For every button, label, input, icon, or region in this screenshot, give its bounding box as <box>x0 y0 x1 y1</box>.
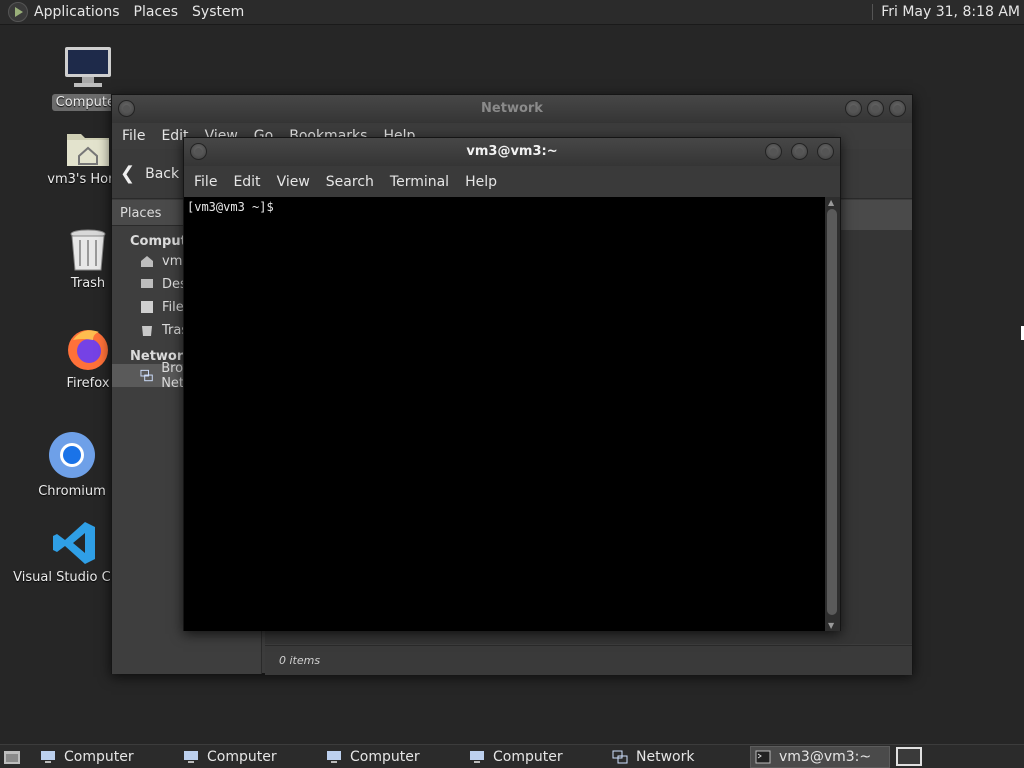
menu-terminal[interactable]: Terminal <box>390 174 449 190</box>
top-panel: Applications Places System Fri May 31, 8… <box>0 0 1024 25</box>
shell-prompt: [vm3@vm3 ~]$ <box>187 200 274 214</box>
minimize-button[interactable] <box>765 143 782 160</box>
back-button[interactable]: ❮ Back <box>120 163 179 184</box>
taskbar-button-label: Computer <box>493 749 563 765</box>
taskbar-button-computer-4[interactable]: Computer <box>465 746 601 768</box>
desktop-icon-vscode[interactable]: Visual Studio Code <box>13 520 135 585</box>
taskbar-button-terminal[interactable]: vm3@vm3:~ <box>750 746 890 768</box>
terminal-scrollbar[interactable]: ▲ ▼ <box>825 197 840 631</box>
menu-help[interactable]: Help <box>465 174 497 190</box>
taskbar-button-computer-3[interactable]: Computer <box>322 746 458 768</box>
trash-icon <box>70 229 106 271</box>
close-button[interactable] <box>889 100 906 117</box>
network-titlebar[interactable]: Network <box>112 95 912 123</box>
chromium-icon <box>49 432 95 478</box>
scroll-down-icon[interactable]: ▼ <box>828 621 834 630</box>
taskbar-button-computer-2[interactable]: Computer <box>179 746 315 768</box>
terminal-output[interactable]: [vm3@vm3 ~]$ <box>184 197 827 631</box>
menu-places[interactable]: Places <box>134 4 179 20</box>
terminal-window: vm3@vm3:~ File Edit View Search Terminal… <box>183 137 841 631</box>
computer-icon <box>184 751 198 763</box>
computer-icon <box>470 751 484 763</box>
main-menu-logo-icon[interactable] <box>8 2 28 22</box>
taskbar-button-label: Computer <box>64 749 134 765</box>
back-label: Back <box>145 165 180 182</box>
terminal-menubar: File Edit View Search Terminal Help <box>184 166 840 197</box>
show-desktop-icon[interactable] <box>3 748 21 765</box>
minimize-button[interactable] <box>845 100 862 117</box>
firefox-icon <box>68 330 108 370</box>
menu-edit[interactable]: Edit <box>233 174 260 190</box>
home-icon <box>141 256 153 267</box>
desktop-icon-label: Trash <box>70 276 106 291</box>
menu-search[interactable]: Search <box>326 174 374 190</box>
desktop-icon <box>141 279 153 288</box>
scrollbar-thumb[interactable] <box>827 209 837 615</box>
taskbar-button-label: Network <box>636 749 695 765</box>
drive-icon <box>141 301 153 313</box>
status-bar: 0 items <box>265 645 912 675</box>
menu-applications[interactable]: Applications <box>34 4 120 20</box>
menu-system[interactable]: System <box>192 4 244 20</box>
window-title: Network <box>481 101 543 116</box>
taskbar-button-label: Computer <box>207 749 277 765</box>
computer-icon <box>327 751 341 763</box>
taskbar-button-network[interactable]: Network <box>608 746 744 768</box>
computer-icon <box>65 47 111 87</box>
home-folder-icon <box>67 134 109 166</box>
trash-icon <box>142 326 152 336</box>
taskbar: Computer Computer Computer Computer Netw… <box>0 744 1024 768</box>
close-button[interactable] <box>817 143 834 160</box>
scroll-up-icon[interactable]: ▲ <box>828 198 834 207</box>
vscode-icon <box>53 522 95 564</box>
network-icon <box>612 750 628 764</box>
maximize-button[interactable] <box>867 100 884 117</box>
clock[interactable]: Fri May 31, 8:18 AM <box>872 4 1020 20</box>
terminal-titlebar[interactable]: vm3@vm3:~ <box>184 138 840 166</box>
desktop-icon-chromium[interactable]: Chromium <box>32 430 112 499</box>
taskbar-button-label: Computer <box>350 749 420 765</box>
back-arrow-icon: ❮ <box>120 163 136 184</box>
maximize-button[interactable] <box>791 143 808 160</box>
taskbar-button-label: vm3@vm3:~ <box>779 749 872 765</box>
computer-icon <box>41 751 55 763</box>
network-icon <box>140 369 153 382</box>
taskbar-button-computer-1[interactable]: Computer <box>36 746 172 768</box>
workspace-switcher[interactable] <box>896 747 922 766</box>
item-count: 0 items <box>279 654 321 667</box>
menu-file[interactable]: File <box>122 128 145 144</box>
desktop-icon-label: Firefox <box>66 376 110 391</box>
window-title: vm3@vm3:~ <box>466 144 558 159</box>
desktop-icon-label: Chromium <box>38 484 106 499</box>
menu-file[interactable]: File <box>194 174 217 190</box>
terminal-icon <box>755 750 771 764</box>
menu-view[interactable]: View <box>277 174 310 190</box>
